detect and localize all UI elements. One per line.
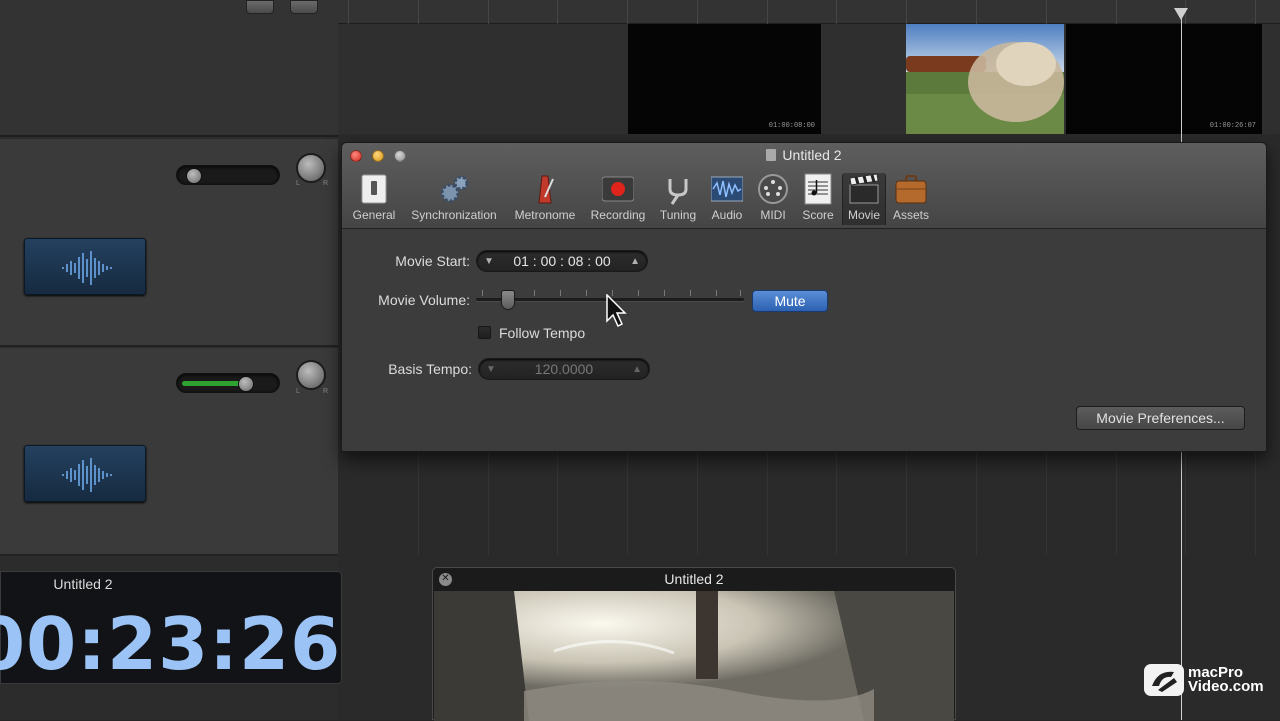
movie-start-value[interactable]: 01 : 00 : 08 : 00 (477, 253, 647, 269)
movie-frame (434, 591, 954, 721)
increment-icon[interactable]: ▲ (630, 256, 640, 267)
tab-general[interactable]: General (350, 173, 398, 225)
window-title: Untitled 2 (342, 147, 1266, 163)
volume-fader[interactable] (176, 373, 280, 393)
tab-synchronization[interactable]: Synchronization (404, 173, 504, 225)
midi-port-icon (757, 173, 789, 205)
audio-track-header-2[interactable]: L R (0, 348, 338, 556)
tab-midi[interactable]: MIDI (752, 173, 794, 225)
follow-tempo-checkbox[interactable] (478, 326, 491, 339)
pan-knob[interactable] (296, 153, 326, 183)
pan-scale: L R (296, 388, 328, 395)
pan-right-label: R (322, 388, 328, 395)
tab-audio[interactable]: Audio (706, 173, 748, 225)
macprovideo-watermark: macPro Video.com (1144, 664, 1264, 696)
pan-left-label: L (296, 180, 300, 187)
movie-start-label: Movie Start: (395, 253, 470, 269)
basis-tempo-value: 120.0000 (534, 361, 594, 377)
audio-track-header-1[interactable]: L R (0, 139, 338, 347)
pan-right-label: R (322, 180, 328, 187)
tab-assets[interactable]: Assets (890, 173, 932, 225)
movie-thumbnail: 01:00:08:00 (628, 24, 821, 134)
clapperboard-icon (848, 173, 880, 205)
document-icon (766, 149, 777, 161)
bar-ruler[interactable] (338, 0, 1280, 24)
tab-label: Metronome (514, 208, 576, 222)
watermark-line-2: Video.com (1188, 678, 1264, 695)
tab-label: Tuning (659, 208, 697, 222)
waveform-icon (24, 445, 146, 502)
score-sheet-icon (802, 173, 834, 205)
basis-tempo-field: ▼ 120.0000 ▲ (478, 358, 650, 380)
mouse-pointer-icon (606, 293, 628, 333)
tab-label: MIDI (760, 208, 786, 222)
movie-volume-label: Movie Volume: (378, 292, 470, 308)
movie-window[interactable]: ✕ Untitled 2 (432, 567, 956, 721)
tab-tuning[interactable]: Tuning (654, 173, 702, 225)
gears-icon (438, 173, 470, 205)
movie-start-field[interactable]: ▼ 01 : 00 : 08 : 00 ▲ (476, 250, 648, 272)
light-switch-icon (358, 173, 390, 205)
metronome-icon (529, 173, 561, 205)
thumbnail-timecode: 01:00:26:07 (1209, 122, 1256, 130)
mute-button[interactable]: Mute (752, 290, 828, 312)
tab-recording[interactable]: Recording (586, 173, 650, 225)
tab-label: General (352, 208, 396, 222)
tab-label: Audio (711, 208, 743, 222)
tab-label: Movie (847, 208, 880, 222)
fader-knob[interactable] (238, 376, 254, 392)
lcd-project-title: Untitled 2 (53, 576, 113, 592)
thumbnail-timecode: 01:00:08:00 (768, 122, 815, 130)
movie-thumbnail (906, 24, 1064, 134)
fader-knob[interactable] (186, 168, 202, 184)
tab-score[interactable]: Score (798, 173, 838, 225)
volume-fader[interactable] (176, 165, 280, 185)
movie-thumbnail: 01:00:26:07 (1066, 24, 1262, 134)
window-title-text: Untitled 2 (782, 147, 842, 163)
movie-track-header (0, 0, 338, 137)
pan-knob[interactable] (296, 360, 326, 390)
tab-label: Assets (892, 208, 929, 222)
movie-preferences-button[interactable]: Movie Preferences... (1076, 406, 1245, 430)
tab-metronome[interactable]: Metronome (510, 173, 580, 225)
briefcase-icon (895, 173, 927, 205)
waveform-icon (710, 173, 744, 205)
follow-tempo-label[interactable]: Follow Tempo (499, 325, 585, 341)
waveform-icon (24, 238, 146, 295)
track-header-button[interactable] (246, 0, 274, 14)
fader-level (182, 381, 240, 386)
track-header-button[interactable] (290, 0, 318, 14)
basis-tempo-label: Basis Tempo: (388, 361, 472, 377)
tab-label: Synchronization (411, 208, 497, 222)
watermark-text: macPro Video.com (1188, 665, 1264, 695)
pan-left-label: L (296, 388, 300, 395)
tab-label: Score (802, 208, 834, 222)
movie-window-title: Untitled 2 (664, 571, 724, 587)
tab-label: Recording (590, 208, 646, 222)
tab-movie[interactable]: Movie (842, 173, 886, 225)
lcd-timecode: 00:23:26 (0, 602, 342, 686)
pan-scale: L R (296, 180, 328, 187)
lcd-display[interactable]: Untitled 2 00:23:26 (0, 571, 342, 686)
movie-volume-thumb[interactable] (501, 290, 516, 310)
window-titlebar: Untitled 2 General Synchronization Metro… (342, 143, 1266, 229)
macprovideo-logo-icon (1144, 664, 1184, 696)
record-icon (601, 173, 635, 205)
increment-icon: ▲ (632, 364, 642, 375)
tuning-fork-icon (662, 173, 694, 205)
